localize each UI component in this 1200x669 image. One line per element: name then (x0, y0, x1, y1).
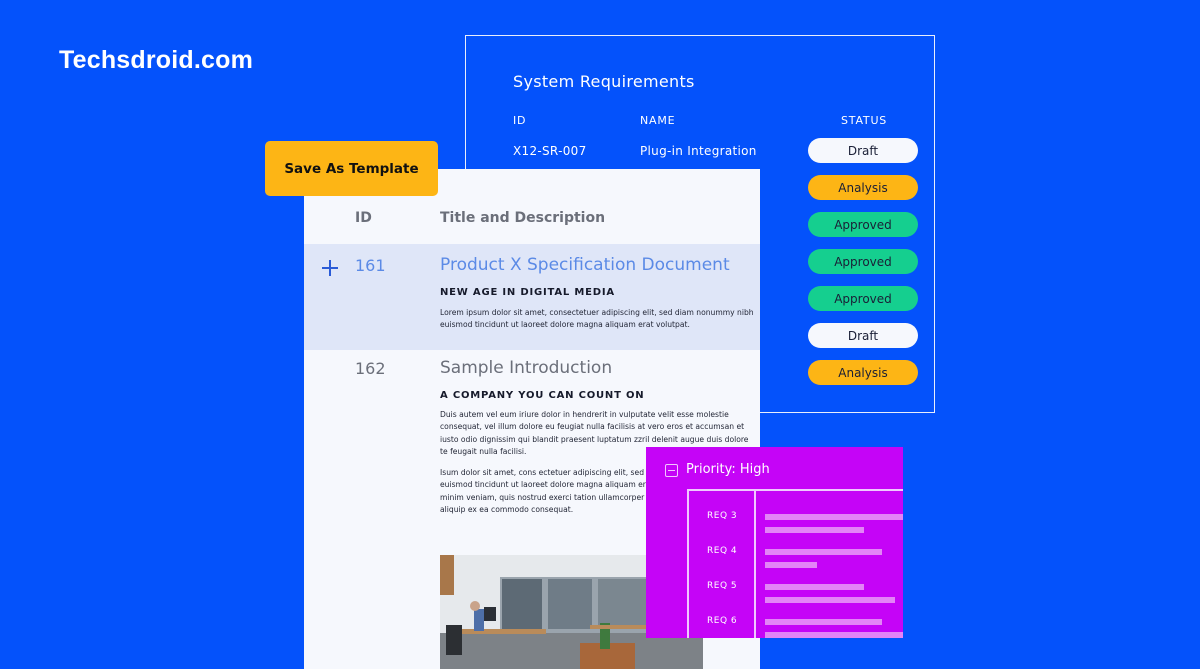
status-badge-draft[interactable]: Draft (808, 138, 918, 163)
column-header-status: STATUS (841, 114, 888, 127)
status-badge-analysis[interactable]: Analysis (808, 360, 918, 385)
row-id: 161 (355, 256, 386, 275)
requirement-bar (765, 619, 882, 625)
panel-title: System Requirements (513, 72, 695, 91)
expand-plus-icon[interactable] (322, 260, 338, 276)
row-title[interactable]: Product X Specification Document (440, 255, 730, 275)
table-row[interactable]: 161 Product X Specification Document NEW… (304, 244, 760, 350)
save-as-template-button[interactable]: Save As Template (265, 141, 438, 196)
status-badge-approved[interactable]: Approved (808, 286, 918, 311)
requirement-bar (765, 597, 895, 603)
requirement-label: REQ 6 (707, 616, 738, 626)
requirement-label: REQ 5 (707, 581, 738, 591)
requirement-label: REQ 4 (707, 546, 738, 556)
row-subtitle: A COMPANY YOU CAN COUNT ON (440, 390, 645, 401)
requirement-bar (765, 584, 864, 590)
brand-logo-text: Techsdroid.com (59, 46, 254, 74)
row-subtitle: NEW AGE IN DIGITAL MEDIA (440, 287, 615, 298)
requirement-label: REQ 3 (707, 511, 738, 521)
column-header-name: NAME (640, 114, 676, 127)
row-title[interactable]: Sample Introduction (440, 358, 612, 378)
status-badge-analysis[interactable]: Analysis (808, 175, 918, 200)
grid-line (754, 489, 756, 638)
column-header-id: ID (355, 210, 372, 226)
column-header-title: Title and Description (440, 210, 606, 226)
status-badge-approved[interactable]: Approved (808, 212, 918, 237)
requirement-name[interactable]: Plug-in Integration (640, 144, 757, 158)
status-badge-approved[interactable]: Approved (808, 249, 918, 274)
priority-title: Priority: High (686, 462, 770, 477)
requirement-bar (765, 527, 864, 533)
grid-line (687, 489, 903, 491)
grid-line (687, 489, 689, 638)
requirement-bar (765, 632, 903, 638)
row-id: 162 (355, 359, 386, 378)
requirement-id: X12-SR-007 (513, 144, 587, 158)
column-header-id: ID (513, 114, 527, 127)
requirement-bar (765, 549, 882, 555)
requirement-bar (765, 562, 817, 568)
row-description: Lorem ipsum dolor sit amet, consectetuer… (440, 308, 754, 330)
priority-panel: Priority: High REQ 3 REQ 4 REQ 5 REQ 6 (646, 447, 903, 638)
requirement-bar (765, 514, 903, 520)
collapse-minus-icon[interactable] (665, 464, 678, 477)
status-badge-draft[interactable]: Draft (808, 323, 918, 348)
